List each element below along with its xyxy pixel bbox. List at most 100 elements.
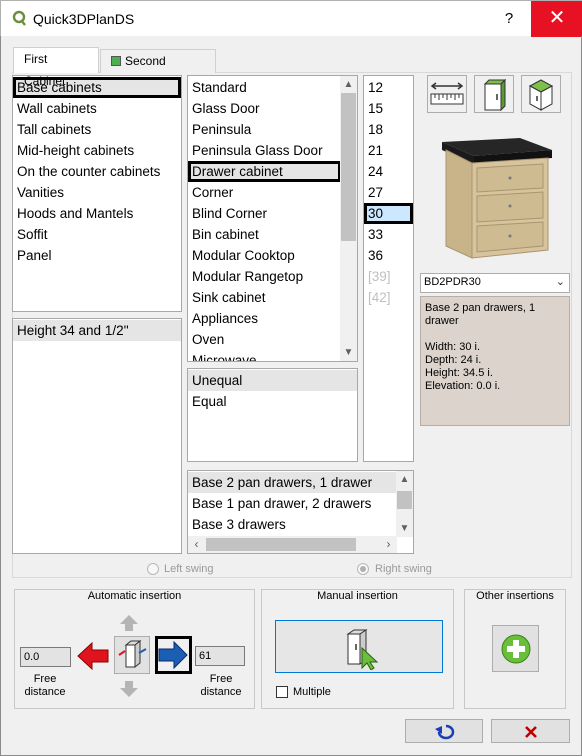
list-item[interactable]: 36 bbox=[364, 245, 413, 266]
list-item[interactable]: 15 bbox=[364, 98, 413, 119]
list-item[interactable]: 30 bbox=[364, 203, 413, 224]
list-item[interactable]: Wall cabinets bbox=[13, 98, 181, 119]
list-item[interactable]: Bin cabinet bbox=[188, 224, 341, 245]
list-item[interactable]: Mid-height cabinets bbox=[13, 140, 181, 161]
config-list-hscrollbar[interactable]: ‹ › bbox=[188, 536, 397, 553]
list-item[interactable]: 33 bbox=[364, 224, 413, 245]
left-swing-label: Left swing bbox=[164, 563, 214, 575]
list-item[interactable]: Modular Cooktop bbox=[188, 245, 341, 266]
left-free-distance-field[interactable]: 0.0 bbox=[20, 647, 71, 667]
list-item[interactable]: Glass Door bbox=[188, 98, 341, 119]
list-item[interactable]: Corner bbox=[188, 182, 341, 203]
tab-second-cabinet[interactable]: Second Cabinet bbox=[100, 49, 216, 90]
list-item[interactable]: 18 bbox=[364, 119, 413, 140]
insert-down-arrow-icon[interactable] bbox=[119, 680, 139, 698]
list-item[interactable]: 24 bbox=[364, 161, 413, 182]
list-item[interactable]: 27 bbox=[364, 182, 413, 203]
cancel-button[interactable] bbox=[491, 719, 570, 743]
list-item[interactable]: Unequal bbox=[188, 370, 357, 391]
undo-arrow-icon bbox=[435, 724, 455, 740]
list-item[interactable]: Vanities bbox=[13, 182, 181, 203]
list-item[interactable]: Soffit bbox=[13, 224, 181, 245]
scroll-right-icon[interactable]: › bbox=[380, 536, 397, 553]
top-view-button[interactable] bbox=[521, 75, 561, 113]
list-item[interactable]: On the counter cabinets bbox=[13, 161, 181, 182]
group-title: Manual insertion bbox=[317, 590, 398, 602]
group-title: Other insertions bbox=[476, 590, 554, 602]
model-code-dropdown[interactable]: BD2PDR30 ⌄ bbox=[420, 273, 570, 293]
center-cabinet-button[interactable] bbox=[114, 636, 150, 674]
insert-right-arrow-icon bbox=[158, 640, 188, 670]
list-item[interactable]: 21 bbox=[364, 140, 413, 161]
right-swing-label: Right swing bbox=[375, 563, 432, 575]
manual-insert-button[interactable] bbox=[275, 620, 443, 673]
undo-button[interactable] bbox=[405, 719, 483, 743]
list-item[interactable]: Base 1 pan drawer, 2 drawers bbox=[188, 493, 397, 514]
list-item[interactable]: Appliances bbox=[188, 308, 341, 329]
list-item[interactable]: Standard bbox=[188, 77, 341, 98]
cabinet-type-list[interactable]: Standard Glass Door Peninsula Peninsula … bbox=[187, 75, 358, 362]
info-height: Height: 34.5 i. bbox=[425, 367, 493, 379]
tab-label: First Cabinet bbox=[24, 52, 66, 88]
scroll-thumb[interactable] bbox=[341, 93, 356, 241]
category-list[interactable]: Base cabinets Wall cabinets Tall cabinet… bbox=[12, 75, 182, 312]
list-item[interactable]: 12 bbox=[364, 77, 413, 98]
model-code-value: BD2PDR30 bbox=[424, 276, 481, 288]
green-square-icon bbox=[111, 56, 121, 66]
scroll-left-icon[interactable]: ‹ bbox=[188, 536, 205, 553]
scroll-up-icon[interactable]: ▲ bbox=[396, 471, 413, 488]
red-x-icon bbox=[525, 726, 537, 738]
other-insertion-button[interactable] bbox=[492, 625, 539, 672]
group-title: Automatic insertion bbox=[87, 590, 182, 602]
height-list[interactable]: Height 34 and 1/2'' bbox=[12, 318, 182, 554]
scroll-down-icon[interactable]: ▼ bbox=[340, 344, 357, 361]
scroll-up-icon[interactable]: ▲ bbox=[340, 76, 357, 93]
config-list-scrollbar[interactable]: ▲ ▼ bbox=[396, 471, 413, 537]
dimensions-button[interactable] bbox=[427, 75, 467, 113]
front-view-button[interactable] bbox=[474, 75, 514, 113]
insert-left-arrow-icon[interactable] bbox=[76, 640, 110, 672]
list-item[interactable]: Hoods and Mantels bbox=[13, 203, 181, 224]
list-item[interactable]: Drawer cabinet bbox=[188, 161, 341, 182]
list-item[interactable]: Peninsula Glass Door bbox=[188, 140, 341, 161]
width-list[interactable]: 12 15 18 21 24 27 30 33 36 [39] [42] bbox=[363, 75, 414, 462]
close-button[interactable]: ✕ bbox=[531, 1, 582, 37]
left-free-distance-label: Free distance bbox=[24, 673, 66, 698]
list-item[interactable]: Tall cabinets bbox=[13, 119, 181, 140]
list-item[interactable]: Base 2 pan drawers, 1 drawer bbox=[188, 472, 397, 493]
list-item[interactable]: Height 34 and 1/2'' bbox=[13, 320, 181, 341]
list-item[interactable]: Base 3 drawers bbox=[188, 514, 397, 535]
multiple-checkbox[interactable] bbox=[276, 686, 288, 698]
help-button[interactable]: ? bbox=[487, 1, 531, 37]
scroll-down-icon[interactable]: ▼ bbox=[396, 520, 413, 537]
tab-first-cabinet[interactable]: First Cabinet bbox=[13, 47, 99, 88]
list-item[interactable]: Modular Rangetop bbox=[188, 266, 341, 287]
left-swing-radio[interactable] bbox=[147, 563, 159, 575]
insert-right-button[interactable] bbox=[155, 636, 192, 674]
list-item[interactable]: Panel bbox=[13, 245, 181, 266]
list-item[interactable]: Oven bbox=[188, 329, 341, 350]
list-item[interactable]: Microwave bbox=[188, 350, 341, 361]
configuration-list[interactable]: Base 2 pan drawers, 1 drawer Base 1 pan … bbox=[187, 470, 414, 554]
right-free-distance-field[interactable]: 61 bbox=[195, 646, 245, 666]
green-plus-icon bbox=[501, 634, 531, 664]
cabinet-insert-icon bbox=[118, 639, 147, 669]
automatic-insertion-group: Automatic insertion 0.0 Free distance 61… bbox=[14, 589, 255, 709]
info-description: Base 2 pan drawers, 1 drawer bbox=[425, 302, 536, 327]
division-list[interactable]: Unequal Equal bbox=[187, 368, 358, 462]
cabinet-front-view-icon bbox=[483, 78, 507, 112]
type-list-scrollbar[interactable]: ▲ ▼ bbox=[340, 76, 357, 361]
scroll-thumb[interactable] bbox=[397, 491, 412, 509]
right-swing-radio[interactable] bbox=[357, 563, 369, 575]
list-item[interactable]: Peninsula bbox=[188, 119, 341, 140]
list-item: [39] bbox=[368, 269, 391, 284]
insert-up-arrow-icon[interactable] bbox=[119, 614, 139, 632]
list-item[interactable]: Equal bbox=[188, 391, 357, 412]
other-insertions-group: Other insertions bbox=[464, 589, 566, 709]
list-item[interactable]: Sink cabinet bbox=[188, 287, 341, 308]
window-title: Quick3DPlanDS bbox=[33, 11, 135, 27]
scroll-thumb[interactable] bbox=[206, 538, 356, 551]
chevron-down-icon: ⌄ bbox=[555, 276, 565, 288]
list-item[interactable]: Blind Corner bbox=[188, 203, 341, 224]
dimension-ruler-icon bbox=[430, 82, 464, 105]
